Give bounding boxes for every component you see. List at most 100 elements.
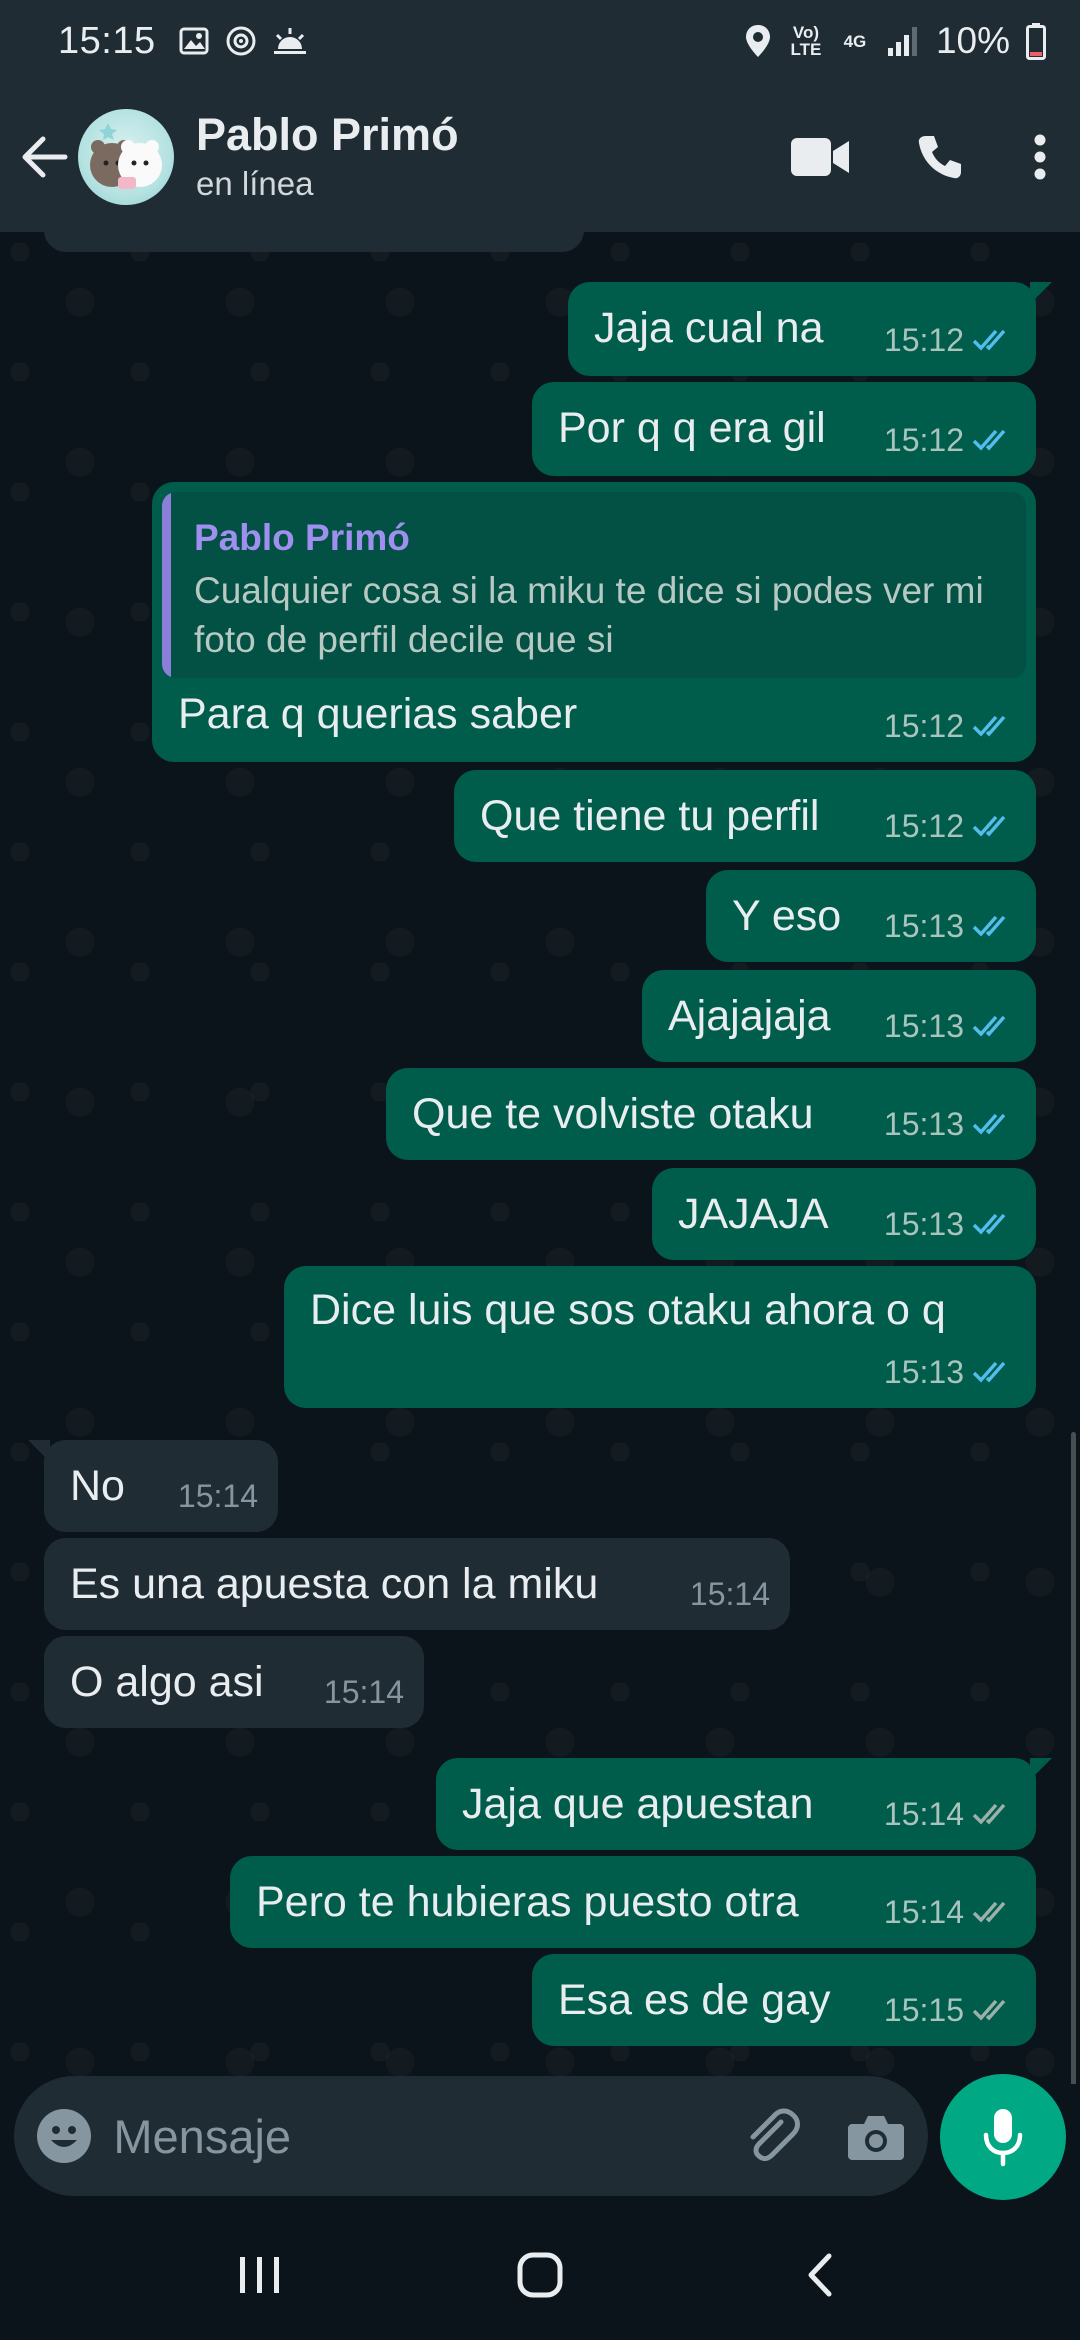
message-text: Dice luis que sos otaku ahora o q — [310, 1286, 946, 1334]
message-bubble-outgoing[interactable]: Jaja cual na 15:12 — [568, 282, 1052, 376]
double-check-read-icon — [972, 715, 1006, 737]
message-text: Que te volviste otaku — [412, 1090, 814, 1138]
message-text: Pero te hubieras puesto otra — [256, 1878, 799, 1926]
system-navigation-bar — [0, 2210, 1080, 2340]
quoted-sender-name: Pablo Primó — [194, 517, 410, 558]
message-input[interactable] — [113, 2076, 719, 2196]
status-time: 15:15 — [58, 19, 156, 62]
message-time: 15:12 — [883, 708, 964, 744]
quote-accent-bar — [162, 492, 171, 678]
message-bubble-outgoing-reply[interactable]: Pablo Primó Cualquier cosa si la miku te… — [152, 482, 1036, 762]
message-meta: 15:12 — [884, 314, 1014, 366]
message-time: 15:14 — [689, 1576, 770, 1612]
double-check-read-icon — [972, 815, 1006, 837]
double-check-read-icon — [972, 1213, 1006, 1235]
message-bubble-incoming[interactable]: No 15:14 — [28, 1440, 278, 1532]
message-bubble-outgoing[interactable]: Que tiene tu perfil 15:12 — [454, 770, 1036, 862]
message-bubble-outgoing[interactable]: Que te volviste otaku 15:13 — [386, 1068, 1036, 1160]
back-button[interactable] — [0, 82, 90, 232]
chat-scrollbar[interactable] — [1071, 1432, 1076, 2084]
message-text: Jaja que apuestan — [462, 1780, 814, 1828]
contact-avatar[interactable] — [78, 109, 174, 205]
message-meta: 15:14 — [178, 1470, 258, 1522]
back-nav-button[interactable] — [760, 2225, 880, 2325]
message-bubble-outgoing[interactable]: Dice luis que sos otaku ahora o q 15:13 — [284, 1266, 1036, 1408]
double-check-delivered-icon — [972, 1999, 1006, 2021]
home-icon — [517, 2252, 563, 2298]
battery-icon — [1026, 23, 1046, 60]
volte-indicator: Vo) LTE — [790, 23, 822, 59]
message-bubble-incoming[interactable]: O algo asi 15:14 — [44, 1636, 424, 1728]
phone-icon — [918, 136, 961, 179]
location-icon — [745, 25, 770, 57]
message-time: 15:13 — [883, 1354, 964, 1390]
double-check-read-icon — [972, 329, 1006, 351]
partial-message-bubble — [44, 232, 584, 252]
message-time: 15:14 — [883, 1894, 964, 1930]
message-text: O algo asi — [70, 1658, 264, 1706]
contact-info[interactable]: Pablo Primó en línea — [196, 108, 760, 206]
message-time: 15:14 — [883, 1796, 964, 1832]
network-type-indicator: 4G — [843, 31, 867, 51]
quoted-message[interactable]: Pablo Primó Cualquier cosa si la miku te… — [162, 492, 1026, 678]
emoji-button[interactable] — [14, 2076, 113, 2196]
sync-notification-icon — [226, 26, 256, 56]
bubble-tail — [28, 1440, 50, 1462]
more-vert-icon — [1034, 134, 1046, 180]
recent-apps-button[interactable] — [200, 2225, 320, 2325]
more-options-button[interactable] — [1000, 82, 1080, 232]
message-meta: 15:12 — [884, 414, 1014, 466]
whatsapp-chat-screen: 15:15 Vo) LTE 4G 10% Pablo Primó en líne… — [0, 0, 1080, 2340]
message-bubble-outgoing[interactable]: Por q q era gil 15:12 — [532, 382, 1036, 476]
message-bubble-outgoing[interactable]: Ajajajaja 15:13 — [642, 970, 1036, 1062]
message-time: 15:13 — [883, 1206, 964, 1242]
contact-status: en línea — [196, 165, 314, 202]
double-check-read-icon — [972, 915, 1006, 937]
message-text: JAJAJA — [678, 1190, 829, 1238]
message-bubble-incoming[interactable]: Es una apuesta con la miku 15:14 — [44, 1538, 790, 1630]
message-text: Por q q era gil — [558, 404, 826, 452]
double-check-delivered-icon — [972, 1803, 1006, 1825]
message-meta: 15:14 — [884, 1886, 1014, 1938]
message-meta: 15:14 — [690, 1568, 770, 1620]
message-list[interactable]: Jaja cual na 15:12 Por q q era gil 15:12… — [0, 232, 1080, 2084]
gallery-notification-icon — [179, 27, 209, 55]
attach-button[interactable] — [718, 2076, 823, 2196]
battery-percent: 10% — [935, 20, 1010, 61]
message-meta: 15:13 — [884, 1198, 1014, 1250]
bubble-tail — [1030, 282, 1052, 304]
camera-button[interactable] — [823, 2076, 928, 2196]
microphone-icon — [983, 2109, 1023, 2167]
message-meta: 15:14 — [324, 1666, 404, 1718]
message-time: 15:13 — [883, 1008, 964, 1044]
arrow-back-icon — [22, 136, 68, 178]
quoted-text: Cualquier cosa si la miku te dice si pod… — [194, 570, 984, 660]
message-bubble-outgoing[interactable]: Esa es de gay 15:15 — [532, 1954, 1036, 2046]
message-meta: 15:13 — [884, 1000, 1014, 1052]
message-time: 15:12 — [883, 808, 964, 844]
status-bar: 15:15 Vo) LTE 4G 10% — [0, 0, 1080, 82]
message-time: 15:13 — [883, 908, 964, 944]
home-button[interactable] — [480, 2225, 600, 2325]
message-bubble-outgoing[interactable]: Jaja que apuestan 15:14 — [436, 1758, 1052, 1850]
message-time: 15:15 — [883, 1992, 964, 2028]
video-call-button[interactable] — [760, 82, 880, 232]
chevron-left-icon — [808, 2253, 832, 2297]
double-check-read-icon — [972, 1113, 1006, 1135]
message-time: 15:13 — [883, 1106, 964, 1142]
message-time: 15:12 — [883, 322, 964, 358]
message-text: Jaja cual na — [594, 304, 824, 352]
message-text: No — [70, 1462, 125, 1510]
message-text: Y eso — [732, 892, 842, 940]
avatar-image — [90, 123, 162, 189]
message-bubble-outgoing[interactable]: Y eso 15:13 — [706, 870, 1036, 962]
voice-call-button[interactable] — [880, 82, 1000, 232]
message-time: 15:12 — [883, 422, 964, 458]
voice-message-button[interactable] — [940, 2074, 1066, 2200]
message-bubble-outgoing[interactable]: Pero te hubieras puesto otra 15:14 — [230, 1856, 1036, 1948]
message-composer — [14, 2076, 928, 2196]
message-text: Para q querias saber — [178, 690, 578, 738]
double-check-read-icon — [972, 429, 1006, 451]
message-bubble-outgoing[interactable]: JAJAJA 15:13 — [652, 1168, 1036, 1260]
emoji-smiley-icon — [36, 2109, 91, 2163]
